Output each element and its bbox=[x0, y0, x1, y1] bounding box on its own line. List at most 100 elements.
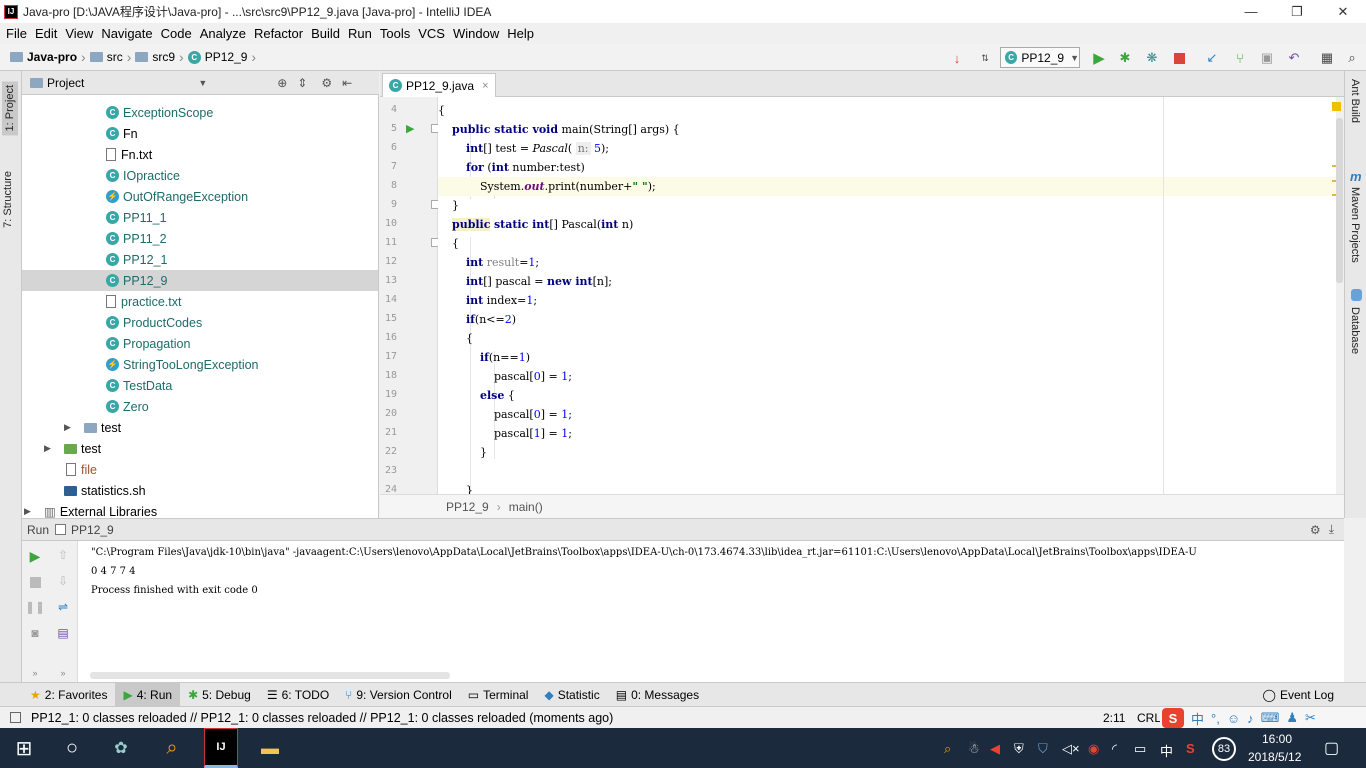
list-item[interactable]: statistics.sh bbox=[22, 480, 378, 501]
run-config-select[interactable]: C PP12_9 ▼ bbox=[1000, 47, 1080, 68]
tray-media-icon[interactable]: ◀ bbox=[990, 741, 1000, 757]
tool-debug[interactable]: ✱ 5: Debug bbox=[180, 683, 259, 707]
list-item[interactable]: C Fn bbox=[22, 123, 378, 144]
tab-maven-projects[interactable]: Maven Projects bbox=[1349, 187, 1361, 263]
menu-tools[interactable]: Tools bbox=[376, 26, 414, 41]
file-explorer-icon[interactable]: ▬ bbox=[256, 735, 284, 761]
project-structure-icon[interactable]: ▦ bbox=[1318, 49, 1336, 67]
menu-navigate[interactable]: Navigate bbox=[97, 26, 156, 41]
tool-terminal[interactable]: ▭ Terminal bbox=[460, 683, 537, 707]
list-item[interactable]: practice.txt bbox=[22, 291, 378, 312]
soft-wrap-icon[interactable]: ⇌ bbox=[55, 599, 71, 615]
expand-arrow-icon[interactable]: ▶ bbox=[64, 422, 76, 433]
keyboard-icon[interactable]: ⌨ bbox=[1261, 710, 1280, 726]
user-icon[interactable]: ♟ bbox=[1286, 710, 1298, 726]
list-item[interactable]: ▶ ▥ External Libraries bbox=[22, 501, 378, 519]
locate-target-icon[interactable]: ⊕ bbox=[277, 76, 287, 90]
tray-badge[interactable]: 83 bbox=[1212, 737, 1236, 761]
clock-time[interactable]: 16:00 bbox=[1262, 732, 1292, 746]
crumb-class[interactable]: PP12_9 bbox=[205, 50, 248, 64]
emoji-icon[interactable]: ☺ bbox=[1227, 711, 1240, 726]
console-output[interactable]: "C:\Program Files\Java\jdk-10\bin\java" … bbox=[78, 541, 1344, 682]
revert-icon[interactable]: ↶ bbox=[1285, 49, 1303, 67]
rerun-icon[interactable]: ▶ bbox=[27, 548, 43, 564]
tray-volume-icon[interactable]: ◁× bbox=[1062, 741, 1080, 757]
chevron-down-icon[interactable]: ▼ bbox=[198, 78, 207, 88]
warning-marker-icon[interactable] bbox=[1332, 102, 1341, 111]
search-icon[interactable]: ○ bbox=[58, 735, 86, 761]
tray-ime-indicator[interactable]: 中 bbox=[1160, 741, 1173, 760]
list-item[interactable]: C PP11_1 bbox=[22, 207, 378, 228]
list-item[interactable]: C PP12_1 bbox=[22, 249, 378, 270]
sogou-icon[interactable]: S bbox=[1162, 708, 1184, 728]
menu-run[interactable]: Run bbox=[344, 26, 376, 41]
run-gutter-icon[interactable]: ▶ bbox=[406, 122, 414, 135]
event-log-button[interactable]: ◯ Event Log bbox=[1255, 683, 1342, 707]
project-panel-title[interactable]: Project bbox=[47, 76, 84, 90]
tray-antivirus-icon[interactable]: ◉ bbox=[1088, 741, 1099, 757]
crumb-method[interactable]: main() bbox=[509, 500, 543, 514]
minimize-button[interactable]: — bbox=[1228, 0, 1274, 23]
close-tab-icon[interactable]: × bbox=[482, 80, 488, 92]
menu-analyze[interactable]: Analyze bbox=[196, 26, 250, 41]
collapse-icon[interactable]: ⇕ bbox=[297, 76, 307, 90]
cursor-position[interactable]: 2:11 bbox=[1103, 711, 1125, 725]
tool-favorites[interactable]: ★ 2: Favorites bbox=[0, 683, 115, 707]
crumb-project[interactable]: Java-pro bbox=[27, 50, 77, 64]
tool-version-control[interactable]: ⑂ 9: Version Control bbox=[337, 683, 460, 707]
gear-icon[interactable]: ⚙ bbox=[321, 76, 332, 90]
notification-icon[interactable]: ▢ bbox=[1324, 738, 1339, 758]
down-arrow-icon[interactable]: ⇩ bbox=[55, 573, 71, 589]
menu-edit[interactable]: Edit bbox=[31, 26, 61, 41]
list-item[interactable]: C Propagation bbox=[22, 333, 378, 354]
expand-arrow-icon[interactable]: ▶ bbox=[44, 443, 56, 454]
list-item[interactable]: C Zero bbox=[22, 396, 378, 417]
list-item[interactable]: ⚡ StringTooLongException bbox=[22, 354, 378, 375]
editor-scrollbar[interactable] bbox=[1336, 118, 1343, 283]
print-icon[interactable]: ▤ bbox=[55, 625, 71, 641]
stop-icon[interactable] bbox=[27, 574, 43, 590]
list-item[interactable]: C ProductCodes bbox=[22, 312, 378, 333]
tray-search-icon[interactable]: ⌕ bbox=[944, 741, 951, 757]
crumb-class[interactable]: PP12_9 bbox=[446, 500, 489, 514]
hide-panel-icon[interactable]: ⇤ bbox=[342, 76, 352, 90]
tool-messages[interactable]: ▤ 0: Messages bbox=[608, 683, 707, 707]
tray-security-icon[interactable]: ⛉ bbox=[1038, 741, 1048, 757]
vcs-update-icon[interactable]: ↙ bbox=[1203, 49, 1221, 67]
tool-run[interactable]: ▶ 4: Run bbox=[115, 682, 181, 707]
tray-shield-icon[interactable]: ⛨ bbox=[1014, 741, 1024, 757]
crumb-src[interactable]: src bbox=[107, 50, 123, 64]
tab-ant-build[interactable]: Ant Build bbox=[1349, 79, 1361, 123]
sort-binary-icon[interactable]: ⇅ bbox=[976, 49, 994, 67]
tray-sogou-icon[interactable]: S bbox=[1186, 741, 1195, 756]
menu-code[interactable]: Code bbox=[157, 26, 196, 41]
run-config-tab[interactable]: PP12_9 bbox=[71, 523, 114, 537]
intellij-taskbar-icon[interactable]: IJ bbox=[204, 728, 238, 768]
list-item[interactable]: ▶ test bbox=[22, 417, 378, 438]
ime-toolbar[interactable]: S 中 °, ☺ ♪ ⌨ ♟ ✂ bbox=[1160, 707, 1366, 729]
tools-icon[interactable]: ✂ bbox=[1305, 710, 1316, 726]
tray-battery-icon[interactable]: ▭ bbox=[1134, 741, 1146, 757]
hide-panel-icon[interactable]: ⤓ bbox=[1329, 522, 1334, 537]
list-item[interactable]: C PP11_2 bbox=[22, 228, 378, 249]
list-item[interactable]: file bbox=[22, 459, 378, 480]
menu-vcs[interactable]: VCS bbox=[414, 26, 449, 41]
list-item[interactable]: Fn.txt bbox=[22, 144, 378, 165]
list-item[interactable]: C TestData bbox=[22, 375, 378, 396]
list-item[interactable]: ⚡ OutOfRangeException bbox=[22, 186, 378, 207]
coverage-icon[interactable]: ❋ bbox=[1143, 49, 1161, 67]
pause-icon[interactable]: ❚❚ bbox=[25, 599, 45, 615]
run-icon[interactable]: ▶ bbox=[1090, 49, 1108, 67]
download-arrow-icon[interactable]: ↓ bbox=[948, 49, 966, 67]
menu-file[interactable]: File bbox=[2, 26, 31, 41]
vcs-compare-icon[interactable]: ▣ bbox=[1258, 49, 1276, 67]
status-toggle-icon[interactable] bbox=[10, 712, 21, 723]
console-scrollbar[interactable] bbox=[90, 672, 450, 679]
more-icon[interactable]: » bbox=[27, 665, 43, 681]
crumb-src9[interactable]: src9 bbox=[152, 50, 175, 64]
search-app-icon[interactable]: ⌕ bbox=[158, 735, 186, 761]
tray-qq-icon[interactable]: ☃ bbox=[968, 741, 980, 757]
expand-arrow-icon[interactable]: ▶ bbox=[24, 506, 36, 517]
list-item[interactable]: ▶ test bbox=[22, 438, 378, 459]
microphone-icon[interactable]: ♪ bbox=[1247, 711, 1254, 726]
